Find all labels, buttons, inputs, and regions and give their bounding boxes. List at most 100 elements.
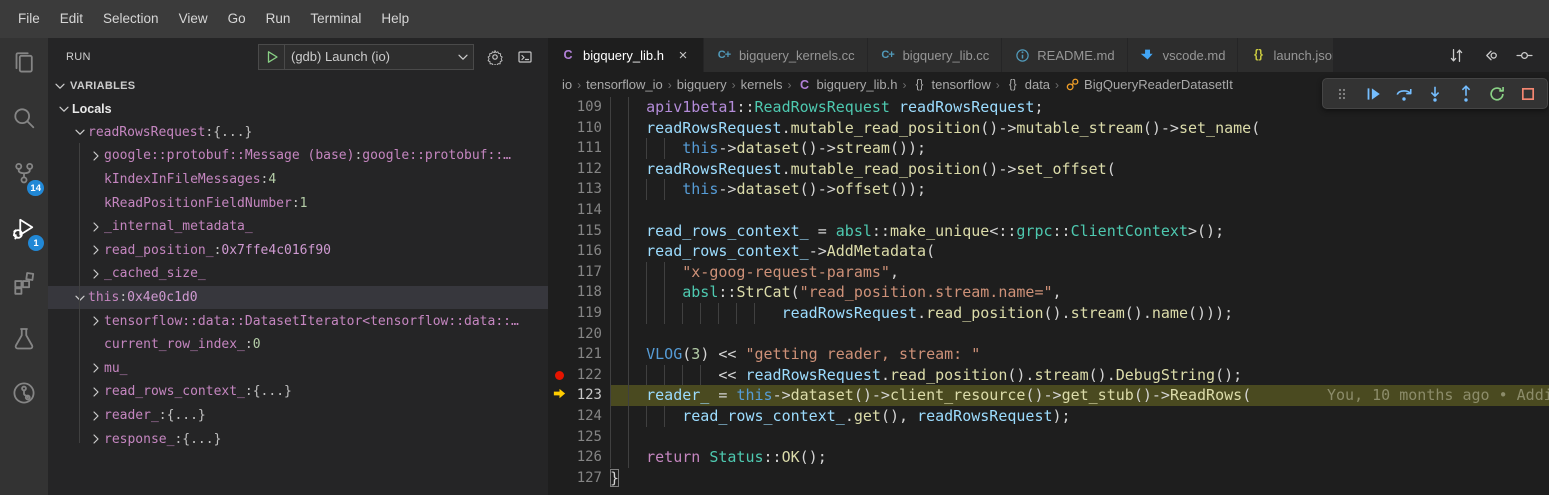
- menu-terminal[interactable]: Terminal: [300, 0, 371, 38]
- code-text[interactable]: this->dataset()->stream());: [610, 138, 1549, 159]
- launch-config-dropdown[interactable]: (gdb) Launch (io): [285, 49, 453, 64]
- gutter[interactable]: [548, 200, 570, 221]
- chevron-right-icon[interactable]: [88, 219, 104, 235]
- tree-row-read_position_[interactable]: read_position_: 0x7ffe4c016f90: [48, 239, 548, 263]
- chevron-right-icon[interactable]: [88, 266, 104, 282]
- code-text[interactable]: return Status::OK();: [610, 447, 1549, 468]
- tree-row-tensorflow-data-datasetiterator-tensorfl[interactable]: tensorflow::data::DatasetIterator<tensor…: [48, 309, 548, 333]
- tab-bigquery_kernels-cc[interactable]: C+bigquery_kernels.cc: [704, 38, 868, 72]
- activity-search[interactable]: [0, 93, 48, 148]
- activity-testing[interactable]: [0, 313, 48, 368]
- code-text[interactable]: "x-goog-request-params",: [610, 262, 1549, 283]
- gutter[interactable]: [548, 262, 570, 283]
- navigate-back-icon[interactable]: [1475, 43, 1505, 67]
- code-text[interactable]: read_rows_context_ = absl::make_unique<:…: [610, 221, 1549, 242]
- gutter[interactable]: [548, 303, 570, 324]
- tab-bigquery_lib-cc[interactable]: C+bigquery_lib.cc: [868, 38, 1003, 72]
- step-into-button[interactable]: [1420, 79, 1451, 108]
- gutter[interactable]: [548, 324, 570, 345]
- chevron-right-icon[interactable]: [88, 431, 104, 447]
- tree-row-kindexinfilemessages[interactable]: kIndexInFileMessages: 4: [48, 168, 548, 192]
- gutter[interactable]: [548, 241, 570, 262]
- gutter[interactable]: [548, 179, 570, 200]
- chevron-down-icon[interactable]: [72, 290, 88, 306]
- open-changes-icon[interactable]: [1441, 43, 1471, 67]
- tree-row-response_[interactable]: response_: {...}: [48, 427, 548, 451]
- step-over-button[interactable]: [1389, 79, 1420, 108]
- variables-section-header[interactable]: VARIABLES: [48, 75, 548, 97]
- gutter[interactable]: [548, 447, 570, 468]
- breadcrumb-bigqueryreaderdatasetit[interactable]: BigQueryReaderDatasetIt: [1064, 77, 1233, 93]
- debug-console-icon[interactable]: [516, 48, 534, 66]
- chevron-down-icon[interactable]: [453, 49, 473, 65]
- tree-row-google-protobuf-message-base-[interactable]: google::protobuf::Message (base): google…: [48, 144, 548, 168]
- current-frame-gutter[interactable]: [548, 385, 570, 406]
- activity-explorer[interactable]: [0, 38, 48, 93]
- code-text[interactable]: << readRowsRequest.read_position().strea…: [610, 365, 1549, 386]
- breakpoint-gutter[interactable]: [548, 365, 570, 386]
- gutter[interactable]: [548, 221, 570, 242]
- stop-button[interactable]: [1512, 79, 1543, 108]
- tab-launch-json[interactable]: {}launch.json: [1238, 38, 1334, 72]
- tree-row-locals[interactable]: Locals: [48, 97, 548, 121]
- activity-extensions[interactable]: [0, 258, 48, 313]
- breadcrumb-bigquery[interactable]: bigquery: [677, 77, 727, 92]
- menu-file[interactable]: File: [8, 0, 50, 38]
- restart-button[interactable]: [1481, 79, 1512, 108]
- gutter[interactable]: [548, 344, 570, 365]
- code-text[interactable]: VLOG(3) << "getting reader, stream: ": [610, 344, 1549, 365]
- code-text[interactable]: }: [610, 468, 1549, 489]
- activity-remote-explorer[interactable]: [0, 368, 48, 423]
- tab-README-md[interactable]: README.md: [1002, 38, 1127, 72]
- breadcrumb-tensorflow-io[interactable]: tensorflow_io: [586, 77, 663, 92]
- drag-handle[interactable]: [1327, 79, 1358, 108]
- code-text[interactable]: [610, 200, 1549, 221]
- code-text[interactable]: readRowsRequest.read_position().stream()…: [610, 303, 1549, 324]
- step-out-button[interactable]: [1450, 79, 1481, 108]
- breadcrumb-bigquery-lib-h[interactable]: Cbigquery_lib.h: [797, 77, 898, 93]
- tree-row-this[interactable]: this: 0x4e0c1d0: [48, 286, 548, 310]
- code-text[interactable]: readRowsRequest.mutable_read_position()-…: [610, 118, 1549, 139]
- tree-row-readrowsrequest[interactable]: readRowsRequest: {...}: [48, 121, 548, 145]
- code-text[interactable]: readRowsRequest.mutable_read_position()-…: [610, 159, 1549, 180]
- chevron-right-icon[interactable]: [88, 242, 104, 258]
- chevron-right-icon[interactable]: [88, 313, 104, 329]
- chevron-down-icon[interactable]: [56, 101, 72, 117]
- gutter[interactable]: [548, 97, 570, 118]
- activity-source-control[interactable]: 14: [0, 148, 48, 203]
- tab-bigquery_lib-h[interactable]: Cbigquery_lib.h×: [548, 38, 704, 72]
- menu-edit[interactable]: Edit: [50, 0, 93, 38]
- chevron-down-icon[interactable]: [72, 124, 88, 140]
- menu-help[interactable]: Help: [371, 0, 419, 38]
- gutter[interactable]: [548, 427, 570, 448]
- more-icon[interactable]: [1543, 43, 1549, 67]
- code-text[interactable]: read_rows_context_.get(), readRowsReques…: [610, 406, 1549, 427]
- tree-row-mu_[interactable]: mu_: [48, 357, 548, 381]
- gutter[interactable]: [548, 468, 570, 489]
- gutter[interactable]: [548, 282, 570, 303]
- continue-button[interactable]: [1358, 79, 1389, 108]
- tree-row-kreadpositionfieldnumber[interactable]: kReadPositionFieldNumber: 1: [48, 191, 548, 215]
- breadcrumb-tensorflow[interactable]: {}tensorflow: [911, 77, 990, 93]
- gutter[interactable]: [548, 118, 570, 139]
- commit-graph-icon[interactable]: [1509, 43, 1539, 67]
- tab-vscode-md[interactable]: vscode.md: [1128, 38, 1239, 72]
- tree-row-current_row_index_[interactable]: current_row_index_: 0: [48, 333, 548, 357]
- gear-icon[interactable]: [486, 48, 504, 66]
- tree-row-reader_[interactable]: reader_: {...}: [48, 404, 548, 428]
- chevron-right-icon[interactable]: [88, 148, 104, 164]
- chevron-right-icon[interactable]: [88, 360, 104, 376]
- tree-row-_internal_metadata_[interactable]: _internal_metadata_: [48, 215, 548, 239]
- activity-run-and-debug[interactable]: 1: [0, 203, 48, 258]
- chevron-right-icon[interactable]: [88, 408, 104, 424]
- start-debug-button[interactable]: [259, 45, 285, 69]
- code-text[interactable]: absl::StrCat("read_position.stream.name=…: [610, 282, 1549, 303]
- code-text[interactable]: [610, 324, 1549, 345]
- close-icon[interactable]: ×: [675, 47, 691, 64]
- chevron-right-icon[interactable]: [88, 384, 104, 400]
- gutter[interactable]: [548, 138, 570, 159]
- gutter[interactable]: [548, 159, 570, 180]
- code-text[interactable]: this->dataset()->offset());: [610, 179, 1549, 200]
- menu-selection[interactable]: Selection: [93, 0, 169, 38]
- menu-view[interactable]: View: [169, 0, 218, 38]
